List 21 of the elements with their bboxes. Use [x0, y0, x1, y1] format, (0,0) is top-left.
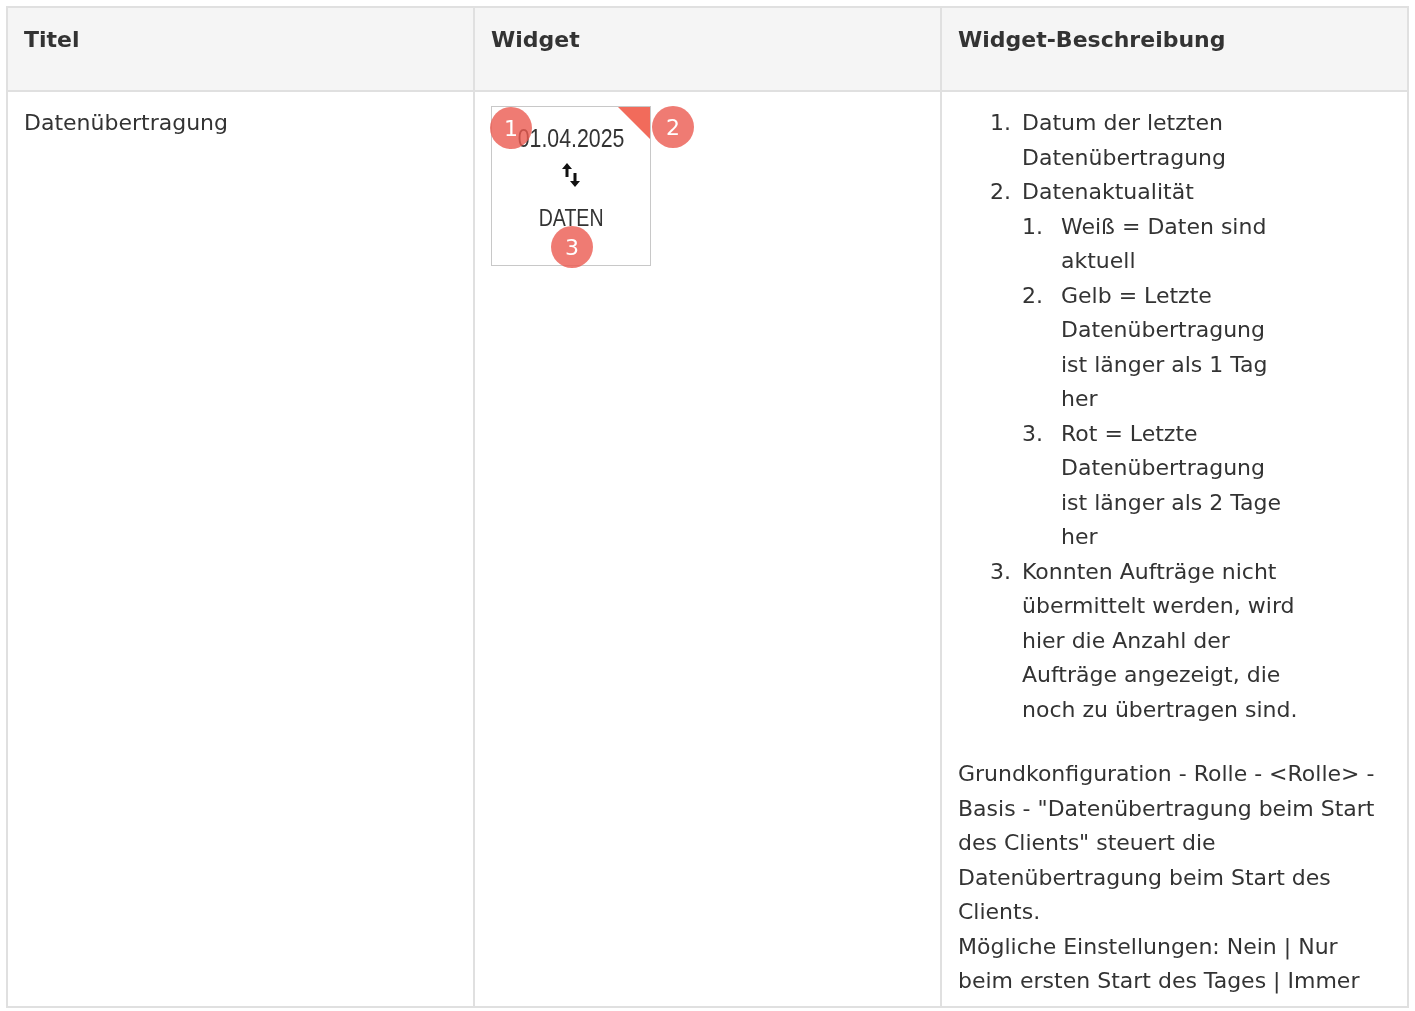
list-item-text: Gelb = Letzte Datenübertragung ist länger als 1 Tag her: [1061, 281, 1269, 413]
list-item-text: Rot = Letzte Datenübertragung ist länger als 2 Tage her: [1061, 419, 1283, 551]
column-header: Titel: [24, 27, 80, 52]
list-number: 1.: [1022, 212, 1044, 241]
column-header: Widget-Beschreibung: [958, 27, 1226, 52]
description-paragraph: Mögliche Einstellungen: Nein | Nur beim ersten Start des Tages | Immer: [958, 932, 1361, 996]
list-item-text: Weiß = Daten sind aktuell: [1061, 212, 1268, 275]
description-paragraph: Grundkonfiguration - Rolle - <Rolle> - Basis - "Datenübertragung beim Start des Clients" steuert die Datenübertragung beim Start des Clients.: [958, 760, 1376, 926]
list-item-text: Datenaktualität: [1022, 178, 1195, 206]
list-number: 1.: [990, 109, 1012, 137]
callout-marker: 2: [652, 106, 694, 148]
list-item-text: Konnten Aufträge nicht übermittelt werden, wird hier die Anzahl der Aufträge angezeigt, die noch zu übertragen sind.: [1022, 557, 1299, 724]
list-item-text: Datum der letzten Datenübertragung: [1022, 109, 1227, 172]
list-number: 3.: [1022, 419, 1044, 448]
title-text: Datenübertragung: [24, 110, 228, 135]
list-number: 2.: [990, 178, 1012, 206]
callout-marker: 3: [551, 226, 593, 268]
list-number: 2.: [1022, 281, 1044, 310]
list-number: 3.: [990, 557, 1012, 586]
transfer-arrows-icon: [561, 161, 581, 189]
column-header: Widget: [491, 27, 580, 52]
